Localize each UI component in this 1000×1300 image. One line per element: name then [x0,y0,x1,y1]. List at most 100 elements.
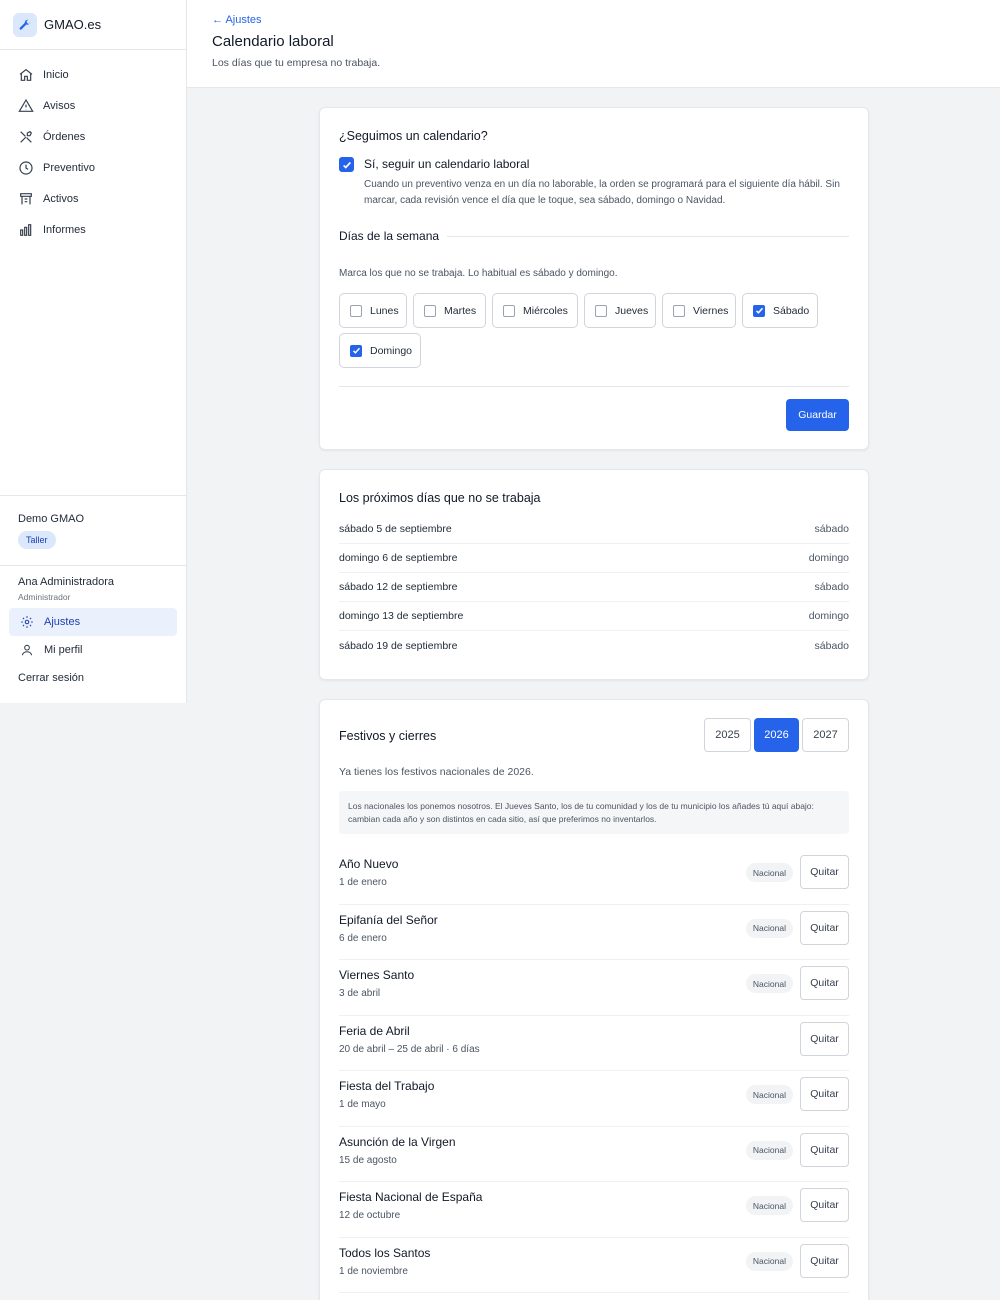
page-title: Calendario laboral [212,33,334,50]
remove-holiday-button[interactable]: Quitar [800,1077,849,1111]
day-checkbox[interactable] [595,304,607,317]
day-checkbox[interactable] [673,304,685,317]
day-option-domingo[interactable]: Domingo [339,333,421,368]
user-name: Ana Administradora [18,576,114,588]
page-header: ← Ajustes Calendario laboral Los días qu… [187,0,1000,88]
holiday-date: 12 de octubre [339,1210,401,1221]
sidebar-item-perfil[interactable]: Mi perfil [9,636,177,664]
day-checkbox[interactable] [424,304,436,317]
list-item: domingo 6 de septiembre domingo [339,544,849,573]
sidebar-footer: Demo GMAO Taller Ana Administradora Admi… [0,495,186,692]
brand[interactable]: GMAO.es [0,0,186,50]
nonworking-weekday: sábado [814,581,849,593]
holidays-status: Ya tienes los festivos nacionales de 202… [339,766,534,778]
clock-icon [19,160,33,175]
home-icon [19,68,33,81]
calendar-settings-card: ¿Seguimos un calendario? Sí, seguir un c… [319,107,869,450]
day-option-jueves[interactable]: Jueves [584,293,656,328]
nav-item-informes[interactable]: Informes [0,214,186,245]
check-icon [342,161,351,169]
divider [339,386,849,387]
nav-label: Informes [43,223,86,236]
remove-holiday-button[interactable]: Quitar [800,1188,849,1222]
holidays-title: Festivos y cierres [339,729,437,743]
user-info: Ana Administradora Administrador [0,566,186,602]
holiday-name: Año Nuevo [339,857,399,871]
list-item: sábado 12 de septiembre sábado [339,573,849,602]
day-option-viernes[interactable]: Viernes [662,293,736,328]
year-tab-2025[interactable]: 2025 [704,718,751,752]
save-button[interactable]: Guardar [786,399,849,431]
holiday-date: 15 de agosto [339,1154,397,1166]
logout-link[interactable]: Cerrar sesión [0,664,186,692]
remove-holiday-button[interactable]: Quitar [800,966,849,1000]
year-tab-2027[interactable]: 2027 [802,718,849,752]
day-label: Lunes [370,304,399,317]
day-label: Sábado [773,304,810,317]
nonworking-weekday: sábado [814,523,849,535]
holiday-type-badge: Nacional [745,918,793,938]
tools-icon [20,130,33,143]
nonworking-weekday: domingo [808,610,849,622]
day-option-martes[interactable]: Martes [413,293,486,328]
day-checkbox[interactable] [503,304,515,317]
nonworking-date: domingo 13 de septiembre [339,610,464,622]
list-item: sábado 19 de septiembre sábado [339,631,849,660]
wrench-icon [13,12,37,37]
next-nonworking-days-card: Los próximos días que no se trabaja sába… [319,469,869,680]
nav-label: Avisos [43,99,76,112]
follow-calendar-option[interactable]: Sí, seguir un calendario laboral [339,157,529,172]
org-info: Demo GMAO Taller [0,496,186,566]
day-label: Domingo [370,344,413,357]
day-checkbox[interactable] [350,304,362,317]
holiday-row: Asunción de la Virgen 15 de agosto Nacio… [339,1127,849,1182]
remove-holiday-button[interactable]: Quitar [800,1021,849,1056]
day-checkbox[interactable] [350,344,362,357]
weekdays-section-header: Días de la semana [339,229,849,243]
day-checkbox[interactable] [753,304,765,317]
holiday-date: 3 de abril [339,988,381,999]
holiday-name: Fiesta Nacional de España [339,1190,483,1204]
holiday-name: Todos los Santos [339,1245,431,1260]
holiday-type-badge: Nacional [745,974,793,993]
weekdays-section-title: Días de la semana [339,229,440,243]
follow-calendar-label: Sí, seguir un calendario laboral [364,157,530,171]
nav-item-preventivo[interactable]: Preventivo [0,152,186,183]
year-tab-2026[interactable]: 2026 [754,718,799,752]
remove-holiday-button[interactable]: Quitar [800,855,849,889]
holiday-type-badge: Nacional [745,1085,793,1104]
remove-holiday-button[interactable]: Quitar [800,910,849,945]
asset-icon [20,192,32,204]
bar-chart-icon [20,223,32,236]
next-days-title: Los próximos días que no se trabaja [339,491,541,505]
nav-item-inicio[interactable]: Inicio [0,59,186,90]
sidebar: GMAO.es Inicio Avisos Órdenes Preventivo… [0,0,187,703]
gear-icon [21,616,33,628]
nonworking-date: sábado 12 de septiembre [339,581,458,593]
warning-icon [18,98,34,112]
holiday-row: Fiesta Nacional de España 12 de octubre … [339,1182,849,1238]
sidebar-item-ajustes[interactable]: Ajustes [9,608,177,636]
nav-label: Activos [43,192,79,205]
remove-holiday-button[interactable]: Quitar [800,1132,849,1167]
nav-item-ordenes[interactable]: Órdenes [0,121,186,152]
nonworking-weekday: sábado [814,639,849,652]
day-option-miercoles[interactable]: Miércoles [492,293,578,328]
follow-calendar-checkbox[interactable] [339,157,354,172]
nonworking-date: sábado 5 de septiembre [339,523,452,535]
day-option-sabado[interactable]: Sábado [742,293,818,328]
nav-label: Inicio [43,68,69,81]
follow-calendar-help: Cuando un preventivo venza en un día no … [364,179,840,206]
nav-label: Preventivo [43,161,95,174]
nav-label: Órdenes [43,130,86,143]
holiday-name: Feria de Abril [339,1023,410,1038]
back-link[interactable]: ← Ajustes [212,14,1000,26]
holiday-row: Viernes Santo 3 de abril Nacional Quitar [339,960,849,1016]
org-name: Demo GMAO [18,513,85,525]
day-option-lunes[interactable]: Lunes [339,293,407,328]
remove-holiday-button[interactable]: Quitar [800,1243,849,1278]
holiday-type-badge: Nacional [745,1251,793,1271]
nav-item-avisos[interactable]: Avisos [0,90,186,121]
nav-item-activos[interactable]: Activos [0,183,186,214]
calendar-question: ¿Seguimos un calendario? [339,129,488,143]
